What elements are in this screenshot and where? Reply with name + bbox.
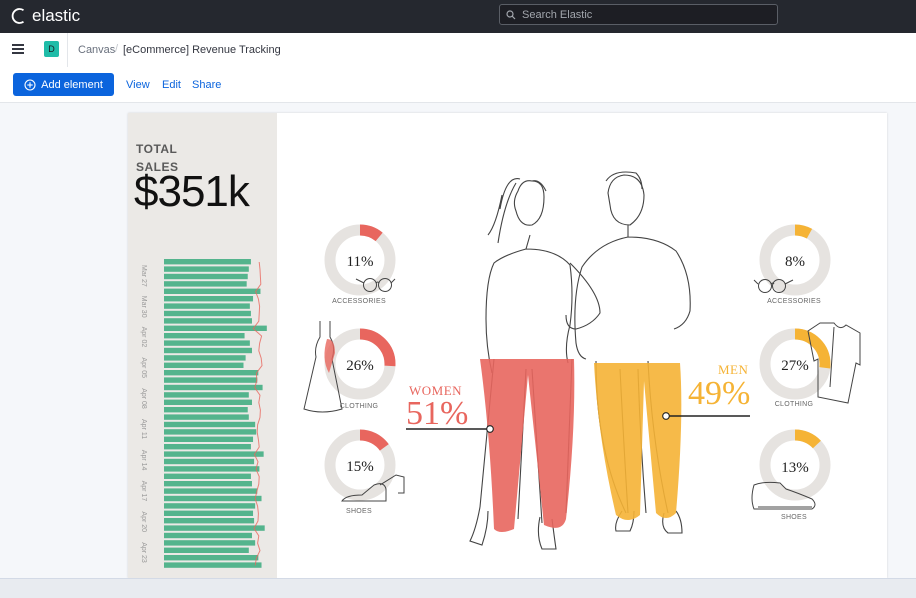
women-clothing-pct: 26% — [346, 358, 374, 374]
women-accessories-pct: 11% — [346, 254, 374, 270]
divider — [67, 33, 68, 67]
add-element-button[interactable]: Add element — [13, 73, 114, 96]
breadcrumb-canvas[interactable]: Canvas — [78, 44, 115, 56]
women-clothing-label: CLOTHING — [339, 403, 379, 410]
search-placeholder: Search Elastic — [522, 8, 593, 21]
bottom-tray[interactable] — [0, 578, 916, 598]
men-accessories-label: ACCESSORIES — [767, 298, 821, 305]
plus-circle-icon — [24, 78, 36, 91]
men-accessories-pct: 8% — [785, 254, 805, 270]
search-icon — [506, 9, 516, 19]
women-percent: 51% — [406, 395, 469, 432]
share-menu[interactable]: Share — [192, 79, 221, 91]
view-menu[interactable]: View — [126, 79, 150, 91]
men-clothing-label: CLOTHING — [774, 401, 814, 408]
search-input[interactable]: Search Elastic — [499, 4, 778, 25]
add-element-label: Add element — [41, 78, 103, 91]
men-clothing-pct: 27% — [781, 358, 809, 374]
menu-icon[interactable] — [12, 44, 24, 54]
men-highlight — [594, 363, 682, 520]
breadcrumb-bar: D Canvas / [eCommerce] Revenue Tracking — [0, 33, 916, 68]
elastic-logo[interactable]: elastic — [10, 6, 80, 26]
elastic-logo-icon — [11, 8, 25, 24]
men-callout-dot — [662, 412, 670, 420]
breadcrumb-separator: / — [115, 43, 119, 55]
top-header: elastic Search Elastic — [0, 0, 916, 33]
men-shoes-label: SHOES — [780, 514, 807, 521]
category-donuts — [324, 224, 831, 501]
figures-illustration — [303, 171, 861, 550]
women-shoes-label: SHOES — [345, 508, 372, 515]
canvas-toolbar: Add element View Edit Share — [0, 67, 916, 103]
space-avatar[interactable]: D — [44, 41, 59, 57]
workpad-page[interactable]: TOTAL SALES $351k Mar 27 Mar 30 Apr 02 Apr … — [128, 113, 887, 578]
men-percent: 49% — [688, 375, 751, 412]
breadcrumb-workpad-title: [eCommerce] Revenue Tracking — [123, 44, 281, 56]
women-shoes-pct: 15% — [346, 459, 374, 475]
women-callout-dot — [486, 425, 494, 433]
edit-menu[interactable]: Edit — [162, 79, 181, 91]
brand-name: elastic — [32, 6, 81, 25]
men-shoes-pct: 13% — [781, 460, 809, 476]
women-highlight — [480, 359, 575, 532]
women-accessories-label: ACCESSORIES — [332, 298, 386, 305]
